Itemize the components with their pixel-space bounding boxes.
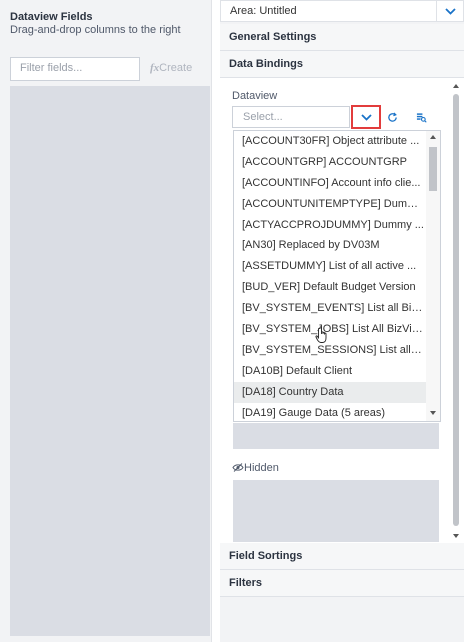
- hand-cursor-icon: [315, 326, 331, 347]
- dataview-label: Dataview: [232, 90, 278, 102]
- dropdown-scrollbar[interactable]: [426, 131, 440, 421]
- fx-icon: fx: [150, 62, 160, 74]
- dataview-dropdown-list[interactable]: [ACCOUNT30FR] Object attribute ... [ACCOU…: [233, 130, 441, 422]
- refresh-icon[interactable]: [387, 112, 398, 126]
- dataview-drop-zone[interactable]: [233, 423, 439, 449]
- fields-list: [10, 86, 210, 636]
- filter-fields-input[interactable]: Filter fields...: [10, 57, 140, 81]
- area-selector[interactable]: Area: Untitled: [220, 0, 464, 22]
- dropdown-scroll-thumb[interactable]: [429, 147, 437, 191]
- filters-header[interactable]: Filters: [220, 570, 464, 597]
- dropdown-item[interactable]: [ACTYACCPROJDUMMY] Dummy ...: [234, 215, 424, 236]
- dropdown-item[interactable]: [ACCOUNTGRP] ACCOUNTGRP: [234, 152, 424, 173]
- dropdown-item[interactable]: [BUD_VER] Default Budget Version: [234, 277, 424, 298]
- settings-panel: Area: Untitled General Settings Data Bin…: [220, 0, 464, 642]
- database-search-icon[interactable]: [416, 112, 427, 126]
- data-bindings-header[interactable]: Data Bindings: [220, 51, 464, 78]
- dropdown-item[interactable]: [AN30] Replaced by DV03M: [234, 235, 424, 256]
- dropdown-item[interactable]: [ASSETDUMMY] List of all active ...: [234, 256, 424, 277]
- dataview-select[interactable]: Select...: [232, 106, 350, 128]
- hidden-drop-zone[interactable]: [233, 480, 439, 542]
- dropdown-item[interactable]: [BV_SYSTEM_EVENTS] List all Biz...: [234, 298, 424, 319]
- dataview-fields-panel: Dataview Fields Drag-and-drop columns to…: [0, 0, 212, 642]
- field-sortings-header[interactable]: Field Sortings: [220, 543, 464, 570]
- panel-subtitle: Drag-and-drop columns to the right: [10, 24, 181, 36]
- hidden-label: Hidden: [244, 462, 279, 474]
- dropdown-item[interactable]: [ACCOUNTINFO] Account info clie...: [234, 173, 424, 194]
- hidden-section-label: Hidden: [232, 462, 279, 474]
- create-label: Create: [159, 62, 193, 74]
- create-button[interactable]: fxCreate: [150, 62, 192, 74]
- dropdown-item[interactable]: [DA10B] Default Client: [234, 361, 424, 382]
- eye-slash-icon: [232, 463, 244, 472]
- data-bindings-body: Dataview Select... [ACCOUNT30FR] Object …: [220, 78, 464, 544]
- panel-title: Dataview Fields: [10, 11, 93, 23]
- dropdown-toggle-button[interactable]: [351, 105, 381, 129]
- general-settings-header[interactable]: General Settings: [220, 24, 464, 51]
- area-label: Area: Untitled: [230, 5, 297, 17]
- dropdown-item[interactable]: [DA18] Country Data: [234, 381, 426, 403]
- dropdown-item[interactable]: [DA19] Gauge Data (5 areas): [234, 403, 424, 421]
- panel-scroll-thumb[interactable]: [453, 94, 459, 526]
- dropdown-item[interactable]: [ACCOUNTUNITEMPTYPE] Dumm...: [234, 194, 424, 215]
- chevron-down-icon: [360, 113, 372, 121]
- chevron-down-icon[interactable]: [436, 1, 463, 21]
- dropdown-item[interactable]: [ACCOUNT30FR] Object attribute ...: [234, 131, 424, 152]
